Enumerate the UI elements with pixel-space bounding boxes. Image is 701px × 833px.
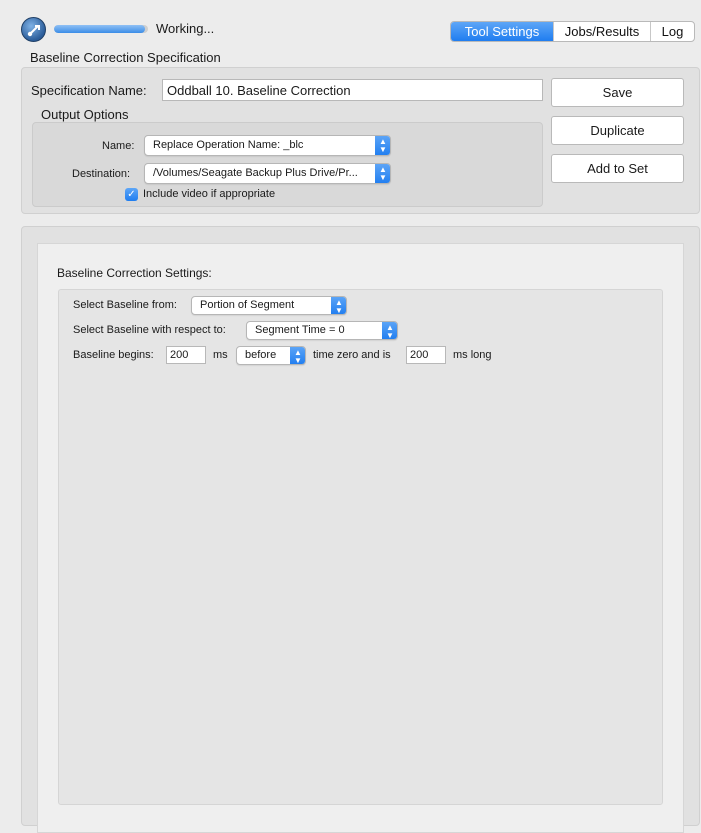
settings-title: Baseline Correction Settings: <box>57 266 212 280</box>
ms-unit-label: ms <box>213 349 228 361</box>
ms-long-label: ms long <box>453 349 492 361</box>
tab-log[interactable]: Log <box>650 22 694 41</box>
select-baseline-respect-label: Select Baseline with respect to: <box>73 324 226 336</box>
save-button[interactable]: Save <box>551 78 684 107</box>
settings-inner-box <box>58 289 663 805</box>
select-baseline-from-label: Select Baseline from: <box>73 299 177 311</box>
progress-bar <box>54 25 148 33</box>
duplicate-button[interactable]: Duplicate <box>551 116 684 145</box>
select-baseline-respect-popup[interactable]: Segment Time = 0 ▲ ▼ <box>246 321 398 340</box>
spec-name-input[interactable]: Oddball 10. Baseline Correction <box>162 79 543 101</box>
output-name-popup[interactable]: Replace Operation Name: _blc ▲ ▼ <box>144 135 391 156</box>
app-logo-icon <box>21 17 46 42</box>
chevron-up-down-icon: ▲ ▼ <box>331 297 346 314</box>
chevron-up-down-icon: ▲ ▼ <box>382 322 397 339</box>
tab-tool-settings[interactable]: Tool Settings <box>451 22 553 41</box>
before-after-value: before <box>245 349 277 361</box>
spec-name-label: Specification Name: <box>31 83 147 98</box>
include-video-label: Include video if appropriate <box>143 188 276 200</box>
chevron-up-down-icon: ▲ ▼ <box>375 136 390 155</box>
status-text: Working... <box>156 21 215 36</box>
destination-label: Destination: <box>72 168 131 180</box>
select-baseline-from-value: Portion of Segment <box>200 299 295 311</box>
add-to-set-button[interactable]: Add to Set <box>551 154 684 183</box>
baseline-begins-input[interactable]: 200 <box>166 346 206 364</box>
before-after-popup[interactable]: before ▲ ▼ <box>236 346 306 365</box>
include-video-checkbox[interactable]: ✓ <box>125 188 138 201</box>
time-zero-label: time zero and is <box>313 349 391 361</box>
baseline-length-input[interactable]: 200 <box>406 346 446 364</box>
chevron-up-down-icon: ▲ ▼ <box>290 347 305 364</box>
chevron-up-down-icon: ▲ ▼ <box>375 164 390 183</box>
tab-bar: Tool Settings Jobs/Results Log <box>450 21 695 42</box>
destination-value: /Volumes/Seagate Backup Plus Drive/Pr... <box>153 167 358 179</box>
output-name-label: Name: <box>102 140 135 152</box>
select-baseline-from-popup[interactable]: Portion of Segment ▲ ▼ <box>191 296 347 315</box>
select-baseline-respect-value: Segment Time = 0 <box>255 324 345 336</box>
spec-section-title: Baseline Correction Specification <box>30 50 221 65</box>
baseline-begins-label: Baseline begins: <box>73 349 154 361</box>
tab-jobs-results[interactable]: Jobs/Results <box>553 22 650 41</box>
output-name-value: Replace Operation Name: _blc <box>153 139 304 151</box>
checkmark-icon: ✓ <box>127 189 136 200</box>
output-options-title: Output Options <box>41 107 129 122</box>
progress-fill <box>54 25 146 33</box>
destination-popup[interactable]: /Volumes/Seagate Backup Plus Drive/Pr...… <box>144 163 391 184</box>
